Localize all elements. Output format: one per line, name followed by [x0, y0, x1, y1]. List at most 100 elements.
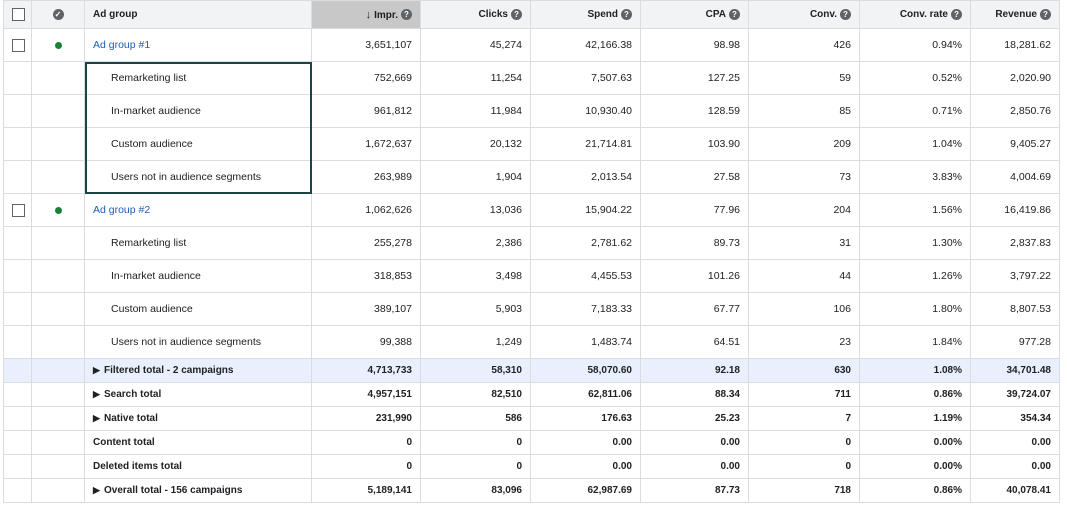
cpa-cell: 127.25: [640, 61, 749, 95]
help-icon[interactable]: ?: [401, 9, 412, 21]
conv-cell: 23: [748, 325, 860, 359]
table-row-total[interactable]: ▶ Native total 231,990 586 176.63 25.23 7 1.19%…: [3, 406, 1060, 431]
segment-name-cell: Remarketing list: [84, 226, 312, 260]
spend-cell: 1,483.74: [530, 325, 641, 359]
table-row-ad-group[interactable]: Ad group #2 1,062,626 13,036 15,904.22 77.96…: [3, 193, 1060, 227]
status-cell: [31, 193, 85, 227]
cpa-cell: 89.73: [640, 226, 749, 260]
empty-cell: [31, 61, 85, 95]
clicks-cell: 0: [420, 454, 531, 479]
cpa-cell: 77.96: [640, 193, 749, 227]
total-name-cell[interactable]: ▶ Search total: [84, 382, 312, 407]
row-select-cell[interactable]: [3, 28, 32, 62]
ad-group-link[interactable]: Ad group #2: [93, 204, 150, 216]
spend-cell: 10,930.40: [530, 94, 641, 128]
help-icon[interactable]: ?: [511, 8, 522, 20]
help-icon[interactable]: ?: [840, 8, 851, 20]
empty-cell: [31, 358, 85, 383]
conv-cell: 0: [748, 430, 860, 455]
clicks-cell: 1,904: [420, 160, 531, 194]
empty-cell: [31, 478, 85, 503]
clicks-cell: 1,249: [420, 325, 531, 359]
spend-cell: 2,781.62: [530, 226, 641, 260]
row-checkbox[interactable]: [12, 38, 25, 52]
status-column-header[interactable]: ✓: [31, 0, 85, 29]
row-checkbox[interactable]: [12, 203, 25, 217]
total-label: Deleted items total: [93, 461, 182, 472]
row-select-cell[interactable]: [3, 193, 32, 227]
column-header-conv[interactable]: Conv.?: [748, 0, 860, 29]
empty-cell: [31, 94, 85, 128]
empty-cell: [3, 406, 32, 431]
ad-group-name-cell[interactable]: Ad group #1: [84, 28, 312, 62]
help-icon[interactable]: ?: [621, 8, 632, 20]
expand-triangle-icon[interactable]: ▶: [93, 365, 104, 376]
cpa-cell: 25.23: [640, 406, 749, 431]
conv-cell: 59: [748, 61, 860, 95]
select-all-checkbox[interactable]: [12, 8, 25, 21]
help-icon[interactable]: ?: [951, 8, 962, 20]
status-check-icon: ✓: [52, 8, 64, 20]
revenue-cell: 34,701.48: [970, 358, 1060, 383]
expand-triangle-icon[interactable]: ▶: [93, 485, 104, 496]
conv-rate-cell: 1.84%: [859, 325, 971, 359]
revenue-cell: 2,850.76: [970, 94, 1060, 128]
column-header-ad-group[interactable]: Ad group: [84, 0, 312, 29]
revenue-cell: 8,807.53: [970, 292, 1060, 326]
table-row-segment: Users not in audience segments 263,989 1,9…: [3, 160, 1060, 194]
segment-name-cell: Custom audience: [84, 127, 312, 161]
ad-group-name-cell[interactable]: Ad group #2: [84, 193, 312, 227]
clicks-cell: 5,903: [420, 292, 531, 326]
column-header-conv-rate[interactable]: Conv. rate?: [859, 0, 971, 29]
select-all-cell[interactable]: [3, 0, 32, 29]
spend-cell: 42,166.38: [530, 28, 641, 62]
empty-cell: [3, 94, 32, 128]
impr-cell: 5,189,141: [311, 478, 421, 503]
total-name-cell[interactable]: ▶ Filtered total - 2 campaigns: [84, 358, 312, 383]
empty-cell: [31, 325, 85, 359]
table-row-ad-group[interactable]: Ad group #1 3,651,107 45,274 42,166.38 98.98…: [3, 28, 1060, 62]
clicks-cell: 82,510: [420, 382, 531, 407]
column-header-impr[interactable]: ↓ Impr.?: [311, 0, 421, 29]
cpa-cell: 0.00: [640, 430, 749, 455]
segment-name-cell: Users not in audience segments: [84, 160, 312, 194]
segment-name-cell: In-market audience: [84, 259, 312, 293]
empty-cell: [31, 430, 85, 455]
ad-group-link[interactable]: Ad group #1: [93, 39, 150, 51]
enabled-dot-icon: [54, 206, 62, 214]
table-row-total[interactable]: ▶ Filtered total - 2 campaigns 4,713,733 58…: [3, 358, 1060, 383]
empty-cell: [3, 226, 32, 260]
empty-cell: [3, 430, 32, 455]
cpa-cell: 64.51: [640, 325, 749, 359]
impr-cell: 389,107: [311, 292, 421, 326]
column-header-spend[interactable]: Spend?: [530, 0, 641, 29]
table-row-total[interactable]: ▶ Search total 4,957,151 82,510 62,811.06 88.…: [3, 382, 1060, 407]
total-name-cell[interactable]: ▶ Native total: [84, 406, 312, 431]
impr-cell: 1,062,626: [311, 193, 421, 227]
segment-name-cell: Custom audience: [84, 292, 312, 326]
impr-cell: 752,669: [311, 61, 421, 95]
column-header-clicks[interactable]: Clicks?: [420, 0, 531, 29]
conv-rate-cell: 0.71%: [859, 94, 971, 128]
table-row-total: Content total 0 0 0.00 0.00 0 0.00% 0.00: [3, 430, 1060, 455]
help-icon[interactable]: ?: [729, 8, 740, 20]
cpa-cell: 98.98: [640, 28, 749, 62]
expand-triangle-icon[interactable]: ▶: [93, 389, 104, 400]
cpa-cell: 101.26: [640, 259, 749, 293]
total-name-cell[interactable]: ▶ Overall total - 156 campaigns: [84, 478, 312, 503]
spend-cell: 15,904.22: [530, 193, 641, 227]
table-row-segment: In-market audience 318,853 3,498 4,455.53 10…: [3, 259, 1060, 293]
conv-cell: 204: [748, 193, 860, 227]
table-row-total[interactable]: ▶ Overall total - 156 campaigns 5,189,141 8…: [3, 478, 1060, 503]
help-icon[interactable]: ?: [1040, 8, 1051, 20]
empty-cell: [31, 454, 85, 479]
expand-triangle-icon[interactable]: ▶: [93, 413, 104, 424]
conv-rate-cell: 1.80%: [859, 292, 971, 326]
total-label: Native total: [104, 413, 158, 424]
column-header-cpa[interactable]: CPA?: [640, 0, 749, 29]
column-header-revenue[interactable]: Revenue?: [970, 0, 1060, 29]
empty-cell: [3, 61, 32, 95]
clicks-cell: 2,386: [420, 226, 531, 260]
conv-rate-cell: 3.83%: [859, 160, 971, 194]
spend-cell: 21,714.81: [530, 127, 641, 161]
